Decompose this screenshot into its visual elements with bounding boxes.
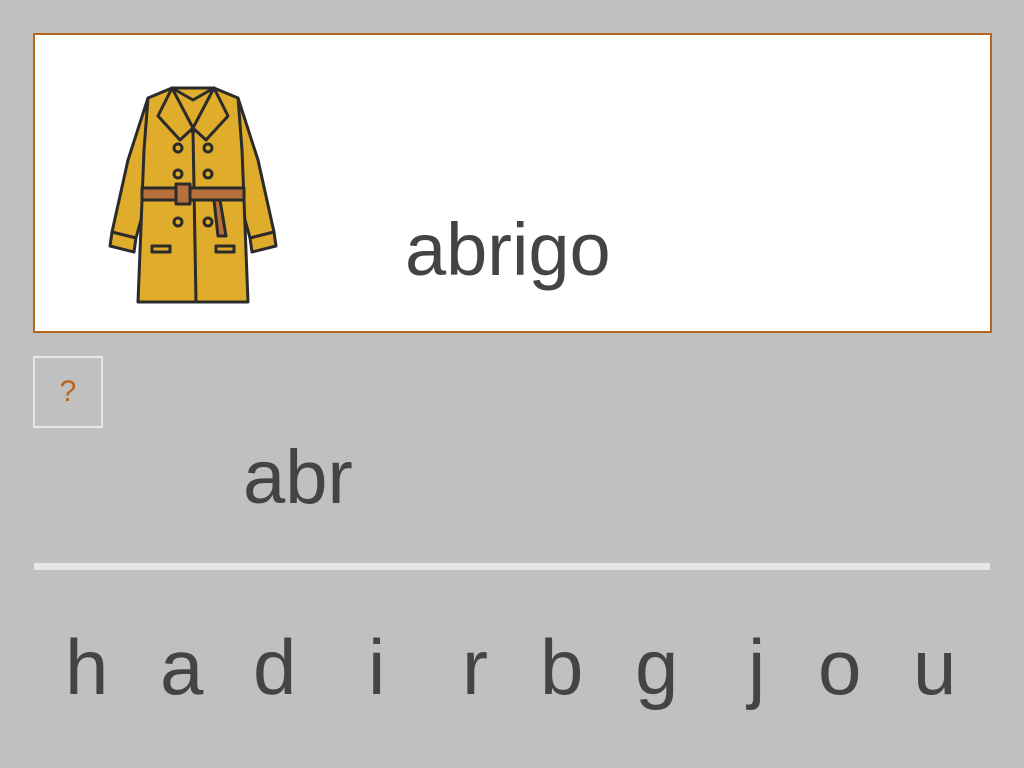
- divider: [34, 563, 990, 570]
- hint-button[interactable]: ?: [33, 356, 103, 428]
- word-card: abrigo: [33, 33, 992, 333]
- target-word: abrigo: [405, 208, 611, 291]
- letter-tile[interactable]: j: [748, 628, 765, 706]
- letter-tile[interactable]: g: [635, 628, 678, 706]
- letter-tile[interactable]: a: [160, 628, 203, 706]
- letter-tile[interactable]: i: [368, 628, 385, 706]
- letter-tile[interactable]: r: [462, 628, 488, 706]
- letter-tile[interactable]: b: [540, 628, 583, 706]
- letter-tile[interactable]: o: [818, 628, 861, 706]
- letter-tile[interactable]: h: [65, 628, 108, 706]
- hint-label: ?: [59, 375, 77, 408]
- coat-icon: [108, 86, 278, 304]
- typed-word: abr: [243, 435, 353, 520]
- letter-tile[interactable]: u: [913, 628, 956, 706]
- letter-tile[interactable]: d: [253, 628, 296, 706]
